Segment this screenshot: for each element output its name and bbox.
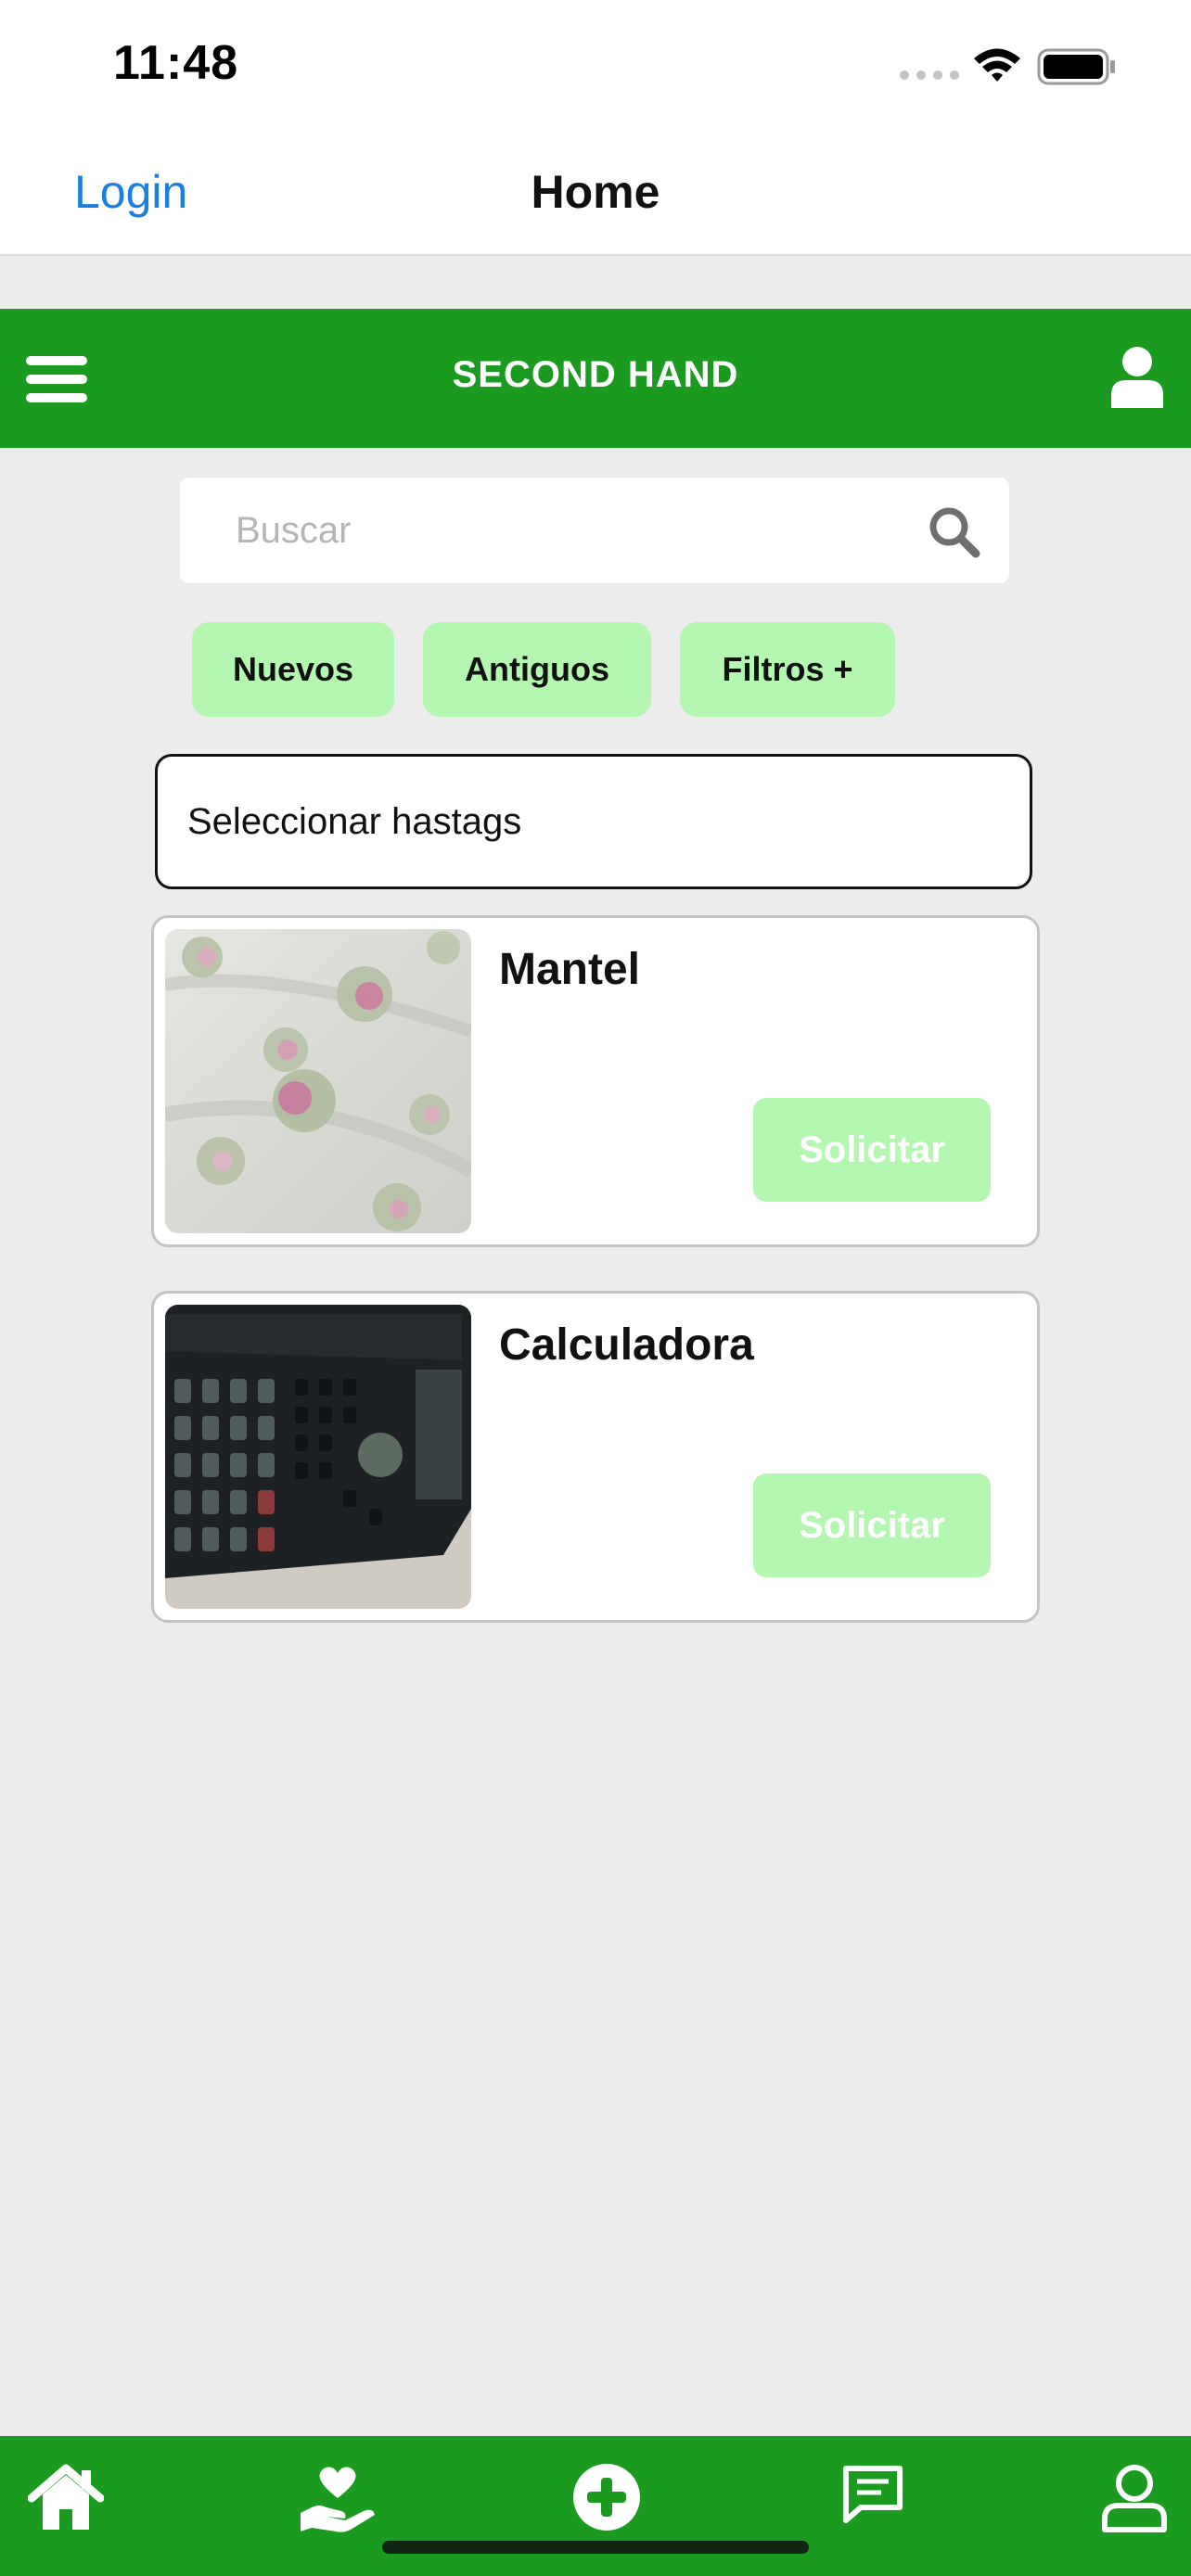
home-icon[interactable] <box>27 2463 105 2536</box>
add-circle-icon[interactable] <box>572 2463 641 2536</box>
cellular-signal-icon <box>900 70 959 80</box>
search-bar <box>180 478 1009 583</box>
login-back-button[interactable]: Login <box>74 165 187 219</box>
more-filters-button[interactable]: Filtros + <box>680 622 895 717</box>
status-time: 11:48 <box>113 36 239 90</box>
filter-old-button[interactable]: Antiguos <box>423 622 651 717</box>
hashtag-selector-label: Seleccionar hastags <box>187 801 522 842</box>
item-title: Calculadora <box>499 1320 754 1370</box>
calculator-photo <box>165 1305 471 1609</box>
profile-icon[interactable] <box>1100 2463 1169 2538</box>
search-input[interactable] <box>236 478 922 583</box>
user-icon[interactable] <box>1111 347 1163 413</box>
wifi-icon <box>972 46 1022 88</box>
item-title: Mantel <box>499 945 641 994</box>
hamburger-menu-icon[interactable] <box>26 356 87 407</box>
item-card: Mantel Solicitar <box>151 915 1040 1247</box>
hashtag-selector[interactable]: Seleccionar hastags <box>155 754 1032 889</box>
home-indicator <box>382 2541 809 2554</box>
item-card: Calculadora Solicitar <box>151 1291 1040 1623</box>
chat-icon[interactable] <box>840 2463 905 2532</box>
request-button[interactable]: Solicitar <box>753 1098 991 1202</box>
donate-icon[interactable] <box>299 2463 377 2538</box>
request-button[interactable]: Solicitar <box>753 1473 991 1577</box>
tablecloth-photo <box>165 929 471 1233</box>
app-title: SECOND HAND <box>452 354 739 395</box>
filter-new-button[interactable]: Nuevos <box>192 622 394 717</box>
battery-icon <box>1037 48 1117 90</box>
search-icon[interactable] <box>928 505 981 564</box>
